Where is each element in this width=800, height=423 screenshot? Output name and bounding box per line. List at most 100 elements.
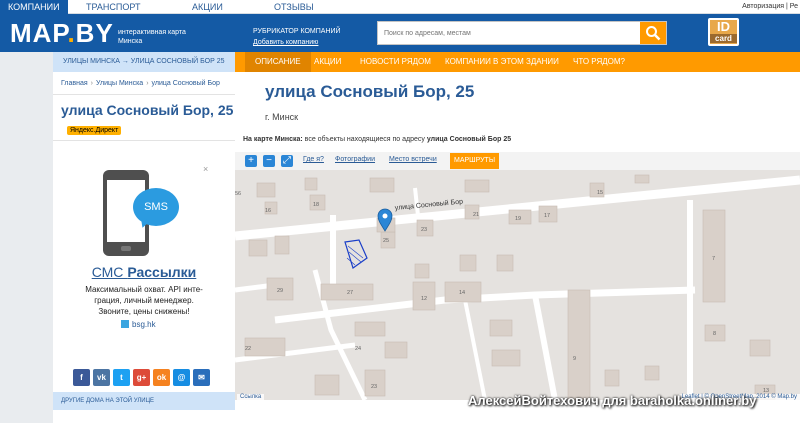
page-title: улица Сосновый Бор, 25	[265, 82, 475, 101]
phone-home-button	[121, 246, 131, 251]
odnoklassniki-icon[interactable]: ok	[153, 369, 170, 386]
breadcrumb-separator: ›	[90, 80, 93, 87]
auth-link[interactable]: Авторизация | Ре	[742, 0, 798, 14]
top-navigation: КОМПАНИИ ТРАНСПОРТ АКЦИИ ОТЗЫВЫ Авториза…	[0, 0, 800, 14]
email-icon[interactable]: ✉	[193, 369, 210, 386]
logo-suffix: BY	[75, 18, 114, 48]
building-number: 12	[421, 296, 427, 302]
map-view[interactable]: улица Сосновый Бор 56 16 18 15 21 19 17 …	[235, 170, 800, 400]
main-content: улица Сосновый Бор, 25 г. Минск На карте…	[235, 72, 800, 423]
tab-promotions[interactable]: АКЦИИ	[192, 0, 223, 14]
yandex-direct-badge[interactable]: Яндекс.Директ	[67, 126, 122, 135]
routes-button[interactable]: МАРШРУТЫ	[450, 153, 500, 169]
building-number: 23	[421, 227, 427, 233]
divider	[53, 140, 235, 141]
zoom-in-button[interactable]: +	[245, 155, 257, 167]
ad-description: Максимальный охват. API инте- грация, ли…	[53, 284, 235, 317]
road-label: улица Сосновый Бор	[394, 197, 463, 212]
search-icon	[646, 26, 661, 41]
search-input[interactable]	[378, 22, 640, 44]
zoom-out-button[interactable]: −	[263, 155, 275, 167]
tab-companies[interactable]: КОМПАНИИ	[0, 0, 68, 14]
search-button[interactable]	[640, 22, 666, 44]
street-path-bar[interactable]: УЛИЦЫ МИНСКА → УЛИЦА СОСНОВЫЙ БОР 25	[53, 52, 235, 72]
map-note-text: все объекты находящиеся по адресу	[302, 136, 427, 143]
ad-link[interactable]: bsg.hk	[121, 320, 156, 329]
breadcrumb-street[interactable]: улица Сосновый Бор	[152, 80, 220, 87]
breadcrumb: Главная › Улицы Минска › улица Сосновый Бор	[61, 80, 220, 87]
building	[414, 263, 430, 279]
map-canvas[interactable]: улица Сосновый Бор 56 16 18 15 21 19 17 …	[235, 170, 800, 400]
ad-link-text: bsg.hk	[132, 320, 156, 329]
tab-sub-promotions[interactable]: АКЦИИ	[314, 52, 341, 72]
sidebar-street-name: улица Сосновый Бор, 25	[61, 102, 234, 118]
breadcrumb-home[interactable]: Главная	[61, 80, 88, 87]
vkontakte-icon[interactable]: vk	[93, 369, 110, 386]
building	[567, 289, 591, 400]
tab-description[interactable]: ОПИСАНИЕ	[245, 52, 311, 72]
photos-link[interactable]: Фотографии	[335, 156, 375, 163]
tagline-line-1: интерактивная карта	[118, 29, 186, 36]
map-note: На карте Минска: все объекты находящиеся…	[243, 136, 511, 143]
building-number: 22	[245, 346, 251, 352]
building	[749, 339, 771, 357]
ad-title-part-1: СМС	[91, 264, 128, 280]
site-logo[interactable]: MAP.BY	[10, 19, 114, 47]
site-tagline: интерактивная карта Минска	[118, 28, 186, 46]
building-number: 14	[459, 290, 465, 296]
ad-title-part-2: Рассылки	[127, 264, 197, 280]
building	[634, 174, 650, 184]
ad-title[interactable]: СМС Рассылки	[53, 264, 235, 280]
favicon-icon	[121, 320, 129, 328]
ad-text-line: Звоните, цены снижены!	[98, 307, 190, 316]
rubricator-link[interactable]: РУБРИКАТОР КОМПАНИЙ	[253, 26, 341, 37]
add-company-link[interactable]: Добавить компанию	[253, 37, 341, 48]
google-plus-icon[interactable]: g+	[133, 369, 150, 386]
breadcrumb-streets[interactable]: Улицы Минска	[96, 80, 143, 87]
building-number: 24	[355, 346, 361, 352]
watermark: АлексейВойтехович для baraholka.onliner.…	[468, 393, 757, 408]
map-note-prefix: На карте Минска:	[243, 136, 303, 143]
tab-reviews[interactable]: ОТЗЫВЫ	[274, 0, 314, 14]
building	[248, 239, 268, 257]
building	[304, 177, 318, 191]
building	[604, 369, 620, 387]
building	[491, 349, 521, 367]
building-number: 25	[383, 238, 389, 244]
building-number: 56	[235, 191, 241, 197]
sms-bubble-icon: SMS	[133, 188, 179, 230]
ad-text-line: Максимальный охват. API инте-	[85, 285, 203, 294]
ad-close-icon[interactable]: ×	[203, 164, 208, 174]
building-number: 19	[515, 216, 521, 222]
divider	[53, 94, 235, 95]
other-houses-header[interactable]: ДРУГИЕ ДОМА НА ЭТОЙ УЛИЦЕ	[53, 392, 235, 410]
facebook-icon[interactable]: f	[73, 369, 90, 386]
tab-news-nearby[interactable]: НОВОСТИ РЯДОМ	[360, 52, 431, 72]
twitter-icon[interactable]: t	[113, 369, 130, 386]
building-number: 27	[347, 290, 353, 296]
tab-transport[interactable]: ТРАНСПОРТ	[86, 0, 140, 14]
id-card-button[interactable]: ID card	[708, 18, 739, 46]
building-number: 17	[544, 213, 550, 219]
logo-main: MAP	[10, 18, 68, 48]
building-number: 29	[277, 288, 283, 294]
building-number: 16	[265, 208, 271, 214]
city-label: г. Минск	[265, 112, 299, 122]
selected-building-outline	[344, 239, 368, 269]
tab-whats-nearby[interactable]: ЧТО РЯДОМ?	[573, 52, 625, 72]
building-number: 21	[473, 212, 479, 218]
id-card-subtext: card	[710, 34, 737, 43]
ad-text-line: грация, личный менеджер.	[94, 296, 194, 305]
building	[369, 177, 395, 193]
mailru-icon[interactable]: @	[173, 369, 190, 386]
building	[489, 319, 513, 337]
id-card-text: ID	[717, 19, 730, 34]
map-link[interactable]: Ссылка	[237, 394, 265, 400]
search-box	[377, 21, 667, 45]
sms-bubble-text: SMS	[144, 201, 168, 213]
building	[644, 365, 660, 381]
tab-companies-in-building[interactable]: КОМПАНИИ В ЭТОМ ЗДАНИИ	[445, 52, 559, 72]
where-am-i-link[interactable]: Где я?	[303, 156, 324, 163]
meeting-place-link[interactable]: Место встречи	[389, 156, 437, 163]
fullscreen-button[interactable]: ⤢	[281, 155, 293, 167]
